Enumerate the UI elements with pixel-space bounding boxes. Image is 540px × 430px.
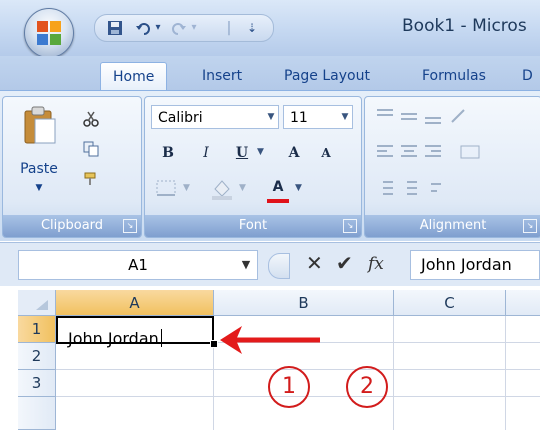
font-size-dropdown-icon[interactable]: ▼ xyxy=(338,106,352,128)
cancel-icon[interactable]: ✕ xyxy=(306,251,323,275)
borders-icon[interactable] xyxy=(155,179,179,199)
font-group: Calibri ▼ 11 ▼ B I U ▼ A A ▼ ▼ A ▼ Font … xyxy=(144,96,362,238)
format-painter-icon[interactable] xyxy=(83,171,99,187)
redo-icon[interactable] xyxy=(171,20,187,36)
font-size-field[interactable]: 11 ▼ xyxy=(283,105,353,129)
column-header-b[interactable]: B xyxy=(214,290,394,316)
text-cursor xyxy=(160,329,162,347)
row-header-3[interactable]: 3 xyxy=(18,370,56,397)
grow-font-button[interactable]: A xyxy=(281,141,307,165)
cell-d3[interactable] xyxy=(506,370,540,397)
underline-button[interactable]: U xyxy=(229,141,255,165)
align-center-icon[interactable] xyxy=(399,143,419,161)
paste-button[interactable]: Paste ▼ xyxy=(9,103,69,199)
alignment-group-label: Alignment xyxy=(365,215,540,237)
insert-function-icon[interactable]: fx xyxy=(368,254,384,274)
paste-label: Paste xyxy=(20,161,58,177)
tab-page-layout[interactable]: Page Layout xyxy=(272,62,382,90)
copy-icon[interactable] xyxy=(83,141,99,157)
alignment-group: Alignment ↘ xyxy=(364,96,540,238)
font-size-value: 11 xyxy=(290,110,308,126)
tab-data[interactable]: D xyxy=(510,62,540,90)
cell-a3[interactable] xyxy=(56,370,214,397)
paste-dropdown-icon[interactable]: ▼ xyxy=(33,183,45,193)
font-launcher-icon[interactable]: ↘ xyxy=(343,219,357,233)
cell-d2[interactable] xyxy=(506,343,540,370)
orientation-icon[interactable] xyxy=(449,107,469,125)
middle-align-icon[interactable] xyxy=(399,107,419,125)
bottom-align-icon[interactable] xyxy=(423,107,443,125)
borders-dropdown-icon[interactable]: ▼ xyxy=(183,183,190,193)
select-all-icon xyxy=(36,300,48,310)
font-name-field[interactable]: Calibri ▼ xyxy=(151,105,279,129)
top-align-icon[interactable] xyxy=(375,107,395,125)
step-marker-1: 1 xyxy=(268,366,310,408)
quick-access-toolbar: ▾ ▾ | ⇣ xyxy=(94,14,274,42)
font-color-dropdown-icon[interactable]: ▼ xyxy=(295,183,302,193)
qat-separator: | xyxy=(226,20,232,36)
cell-a4[interactable] xyxy=(56,397,214,430)
font-color-bar xyxy=(267,199,289,203)
customize-qat-icon[interactable]: ⇣ xyxy=(245,18,259,38)
clipboard-launcher-icon[interactable]: ↘ xyxy=(123,219,137,233)
tab-home[interactable]: Home xyxy=(100,62,168,91)
column-header-c[interactable]: C xyxy=(394,290,506,316)
align-right-icon[interactable] xyxy=(423,143,443,161)
clipboard-group: Paste ▼ Clipboard ↘ xyxy=(2,96,142,238)
merge-center-icon[interactable] xyxy=(459,143,483,161)
shrink-font-button[interactable]: A xyxy=(313,141,339,165)
name-box-dropdown-icon[interactable]: ▼ xyxy=(238,252,254,278)
formula-input[interactable]: John Jordan xyxy=(410,250,540,280)
cell-c2[interactable] xyxy=(394,343,506,370)
tab-formulas[interactable]: Formulas xyxy=(410,62,498,90)
decrease-indent-icon[interactable] xyxy=(375,179,395,197)
cell-c1[interactable] xyxy=(394,316,506,343)
wrap-text-icon[interactable] xyxy=(429,179,451,197)
alignment-launcher-icon[interactable]: ↘ xyxy=(523,219,537,233)
cell-d1[interactable] xyxy=(506,316,540,343)
underline-dropdown-icon[interactable]: ▼ xyxy=(257,147,264,157)
font-group-label: Font xyxy=(145,215,361,237)
save-icon[interactable] xyxy=(107,20,123,36)
redo-dropdown[interactable]: ▾ xyxy=(189,18,199,38)
office-logo-icon xyxy=(37,21,61,45)
align-left-icon[interactable] xyxy=(375,143,395,161)
undo-dropdown[interactable]: ▾ xyxy=(153,18,163,38)
increase-indent-icon[interactable] xyxy=(399,179,419,197)
font-name-value: Calibri xyxy=(158,110,203,126)
tab-insert[interactable]: Insert xyxy=(190,62,254,90)
clipboard-group-label: Clipboard xyxy=(3,215,141,237)
name-box[interactable]: A1 xyxy=(18,250,258,280)
paste-icon xyxy=(24,106,56,144)
bold-button[interactable]: B xyxy=(155,141,181,165)
formula-bar-handle-icon[interactable] xyxy=(268,253,290,279)
enter-icon[interactable]: ✔ xyxy=(336,251,353,275)
font-name-dropdown-icon[interactable]: ▼ xyxy=(264,106,278,128)
cell-a1-value: John Jordan xyxy=(68,329,162,348)
fill-color-dropdown-icon[interactable]: ▼ xyxy=(239,183,246,193)
column-header-a[interactable]: A xyxy=(56,290,214,316)
select-all-corner[interactable] xyxy=(18,290,56,316)
formula-buttons: ✕ ✔ fx xyxy=(268,250,408,280)
cell-c4[interactable] xyxy=(394,397,506,430)
fill-color-icon[interactable] xyxy=(209,177,235,201)
red-arrow-icon xyxy=(220,326,320,354)
row-header-1[interactable]: 1 xyxy=(18,316,56,343)
undo-icon[interactable] xyxy=(135,20,151,36)
cell-c3[interactable] xyxy=(394,370,506,397)
cut-icon[interactable] xyxy=(83,111,99,127)
office-button[interactable] xyxy=(24,8,74,58)
italic-button[interactable]: I xyxy=(193,141,219,165)
fill-handle[interactable] xyxy=(210,340,218,348)
step-marker-2: 2 xyxy=(346,366,388,408)
row-header-2[interactable]: 2 xyxy=(18,343,56,370)
row-header-4[interactable] xyxy=(18,397,56,430)
font-color-button[interactable]: A xyxy=(265,175,291,199)
column-header-d[interactable] xyxy=(506,290,540,316)
window-title: Book1 - Micros xyxy=(402,16,527,36)
